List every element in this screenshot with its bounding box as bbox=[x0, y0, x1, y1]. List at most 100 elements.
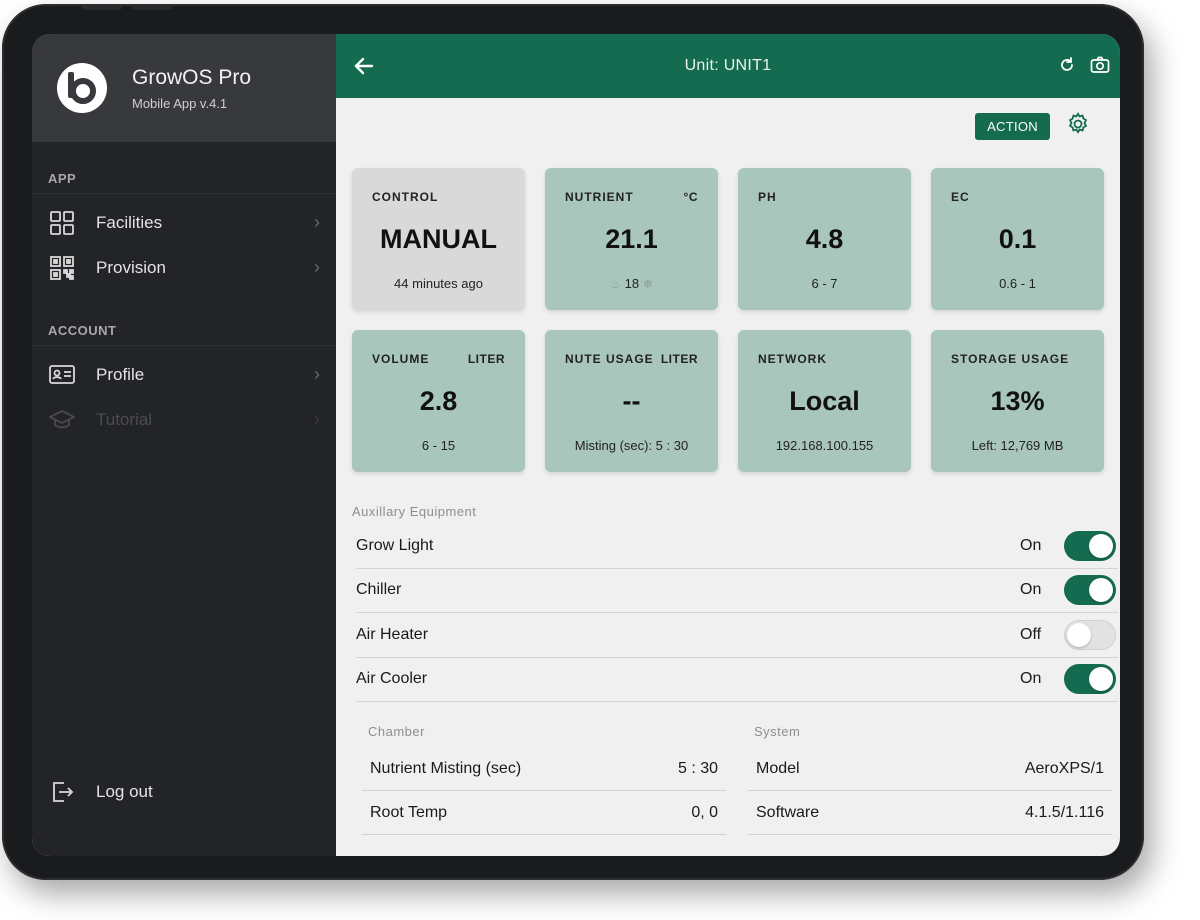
chevron-right-icon: › bbox=[314, 409, 320, 429]
tile-title: PH bbox=[758, 190, 777, 204]
tile-ph[interactable]: PH 4.8 6 - 7 bbox=[738, 168, 911, 310]
section-label-account: ACCOUNT bbox=[32, 316, 336, 346]
chiller-toggle[interactable] bbox=[1064, 575, 1116, 606]
tile-ec[interactable]: EC 0.1 0.6 - 1 bbox=[931, 168, 1104, 310]
page-title: Unit: UNIT1 bbox=[684, 57, 772, 74]
chamber-label: Chamber bbox=[368, 724, 425, 739]
tile-title: NUTRIENT bbox=[565, 190, 634, 204]
chevron-right-icon: › bbox=[314, 364, 320, 384]
back-arrow-icon[interactable] bbox=[348, 50, 380, 82]
tile-unit: °C bbox=[683, 190, 698, 204]
info-row: Nutrient Misting (sec) 5 : 30 bbox=[362, 747, 726, 791]
refresh-icon[interactable] bbox=[1058, 56, 1076, 79]
chamber-panel: Chamber Nutrient Misting (sec) 5 : 30 Ro… bbox=[362, 724, 726, 835]
air-heater-toggle[interactable] bbox=[1064, 619, 1116, 650]
info-value: 4.1.5/1.116 bbox=[1025, 803, 1104, 821]
aux-row-air-heater: Air Heater Off bbox=[356, 613, 1118, 658]
tile-title: CONTROL bbox=[372, 190, 439, 204]
info-row: Software 4.1.5/1.116 bbox=[748, 791, 1112, 835]
sidebar-header: GrowOS Pro Mobile App v.4.1 bbox=[32, 34, 336, 142]
info-row: Model AeroXPS/1 bbox=[748, 747, 1112, 791]
tile-title: EC bbox=[951, 190, 970, 204]
app-version: Mobile App v.4.1 bbox=[132, 95, 228, 111]
chevron-right-icon: › bbox=[314, 257, 320, 277]
tile-network[interactable]: NETWORK Local 192.168.100.155 bbox=[738, 330, 911, 472]
power-button bbox=[132, 4, 172, 10]
sidebar-item-profile[interactable]: Profile › bbox=[32, 352, 336, 397]
tile-unit: LITER bbox=[660, 352, 698, 366]
aux-name: Chiller bbox=[356, 581, 402, 599]
aux-state: Off bbox=[1020, 625, 1042, 643]
chevron-right-icon: › bbox=[314, 212, 320, 232]
tile-storage-usage[interactable]: STORAGE USAGE 13% Left: 12,769 MB bbox=[931, 330, 1104, 472]
snowflake-icon: ❄ bbox=[642, 277, 653, 291]
gear-icon[interactable] bbox=[1066, 112, 1090, 141]
tile-value: MANUAL bbox=[380, 224, 497, 254]
tile-value: 2.8 bbox=[419, 386, 458, 416]
tile-nutrient[interactable]: NUTRIENT °C 21.1 ♨ 18 ❄ bbox=[545, 168, 718, 310]
aux-state: On bbox=[1020, 581, 1042, 599]
logout-label: Log out bbox=[96, 781, 153, 801]
tile-sub: 6 - 7 bbox=[811, 276, 838, 291]
aux-state: On bbox=[1020, 670, 1042, 688]
info-value: 5 : 30 bbox=[677, 759, 718, 777]
system-label: System bbox=[754, 724, 801, 739]
aux-row-air-cooler: Air Cooler On bbox=[356, 658, 1118, 702]
tile-sub: 6 - 15 bbox=[421, 438, 456, 453]
tile-sub: 44 minutes ago bbox=[394, 276, 483, 291]
tile-value: Local bbox=[789, 386, 860, 416]
aux-name: Air Heater bbox=[356, 625, 429, 643]
tile-value: 21.1 bbox=[605, 224, 658, 254]
volume-button bbox=[82, 4, 122, 10]
aux-state: On bbox=[1020, 536, 1042, 554]
metric-tiles: CONTROL MANUAL 44 minutes ago NUTRIENT °… bbox=[352, 168, 1108, 472]
air-cooler-toggle[interactable] bbox=[1064, 664, 1116, 695]
info-key: Nutrient Misting (sec) bbox=[370, 759, 522, 777]
tile-value: 0.1 bbox=[998, 224, 1037, 254]
tile-control[interactable]: CONTROL MANUAL 44 minutes ago bbox=[352, 168, 525, 310]
sidebar-item-label: Tutorial bbox=[96, 409, 153, 429]
logout-button[interactable]: Log out bbox=[32, 769, 336, 814]
tile-sub: Misting (sec): 5 : 30 bbox=[574, 438, 689, 453]
grid-icon bbox=[48, 209, 76, 237]
sidebar-item-label: Facilities bbox=[96, 212, 163, 232]
tile-value: 4.8 bbox=[805, 224, 844, 254]
tile-title: VOLUME bbox=[372, 352, 430, 366]
info-row: Root Temp 0, 0 bbox=[362, 791, 726, 835]
info-value: AeroXPS/1 bbox=[1024, 759, 1104, 777]
logout-icon bbox=[48, 778, 76, 806]
aux-row-chiller: Chiller On bbox=[356, 569, 1118, 613]
tile-value: -- bbox=[622, 386, 641, 416]
graduation-cap-icon bbox=[48, 406, 76, 434]
sidebar-item-tutorial: Tutorial › bbox=[32, 397, 336, 442]
tile-nute-usage[interactable]: NUTE USAGE LITER -- Misting (sec): 5 : 3… bbox=[545, 330, 718, 472]
aux-name: Grow Light bbox=[356, 536, 434, 554]
info-key: Software bbox=[756, 803, 820, 821]
tile-title: NUTE USAGE bbox=[565, 352, 654, 366]
top-bar: Unit: UNIT1 bbox=[336, 34, 1120, 98]
grow-light-toggle[interactable] bbox=[1064, 530, 1116, 561]
tile-volume[interactable]: VOLUME LITER 2.8 6 - 15 bbox=[352, 330, 525, 472]
app-name: GrowOS Pro bbox=[132, 65, 252, 89]
tile-sub: 0.6 - 1 bbox=[999, 276, 1036, 291]
sidebar: GrowOS Pro Mobile App v.4.1 APP Faciliti… bbox=[32, 34, 336, 856]
camera-icon[interactable] bbox=[1090, 56, 1110, 79]
tile-title: STORAGE USAGE bbox=[951, 352, 1070, 366]
tile-sub: 192.168.100.155 bbox=[775, 438, 874, 453]
qr-code-icon bbox=[48, 254, 76, 282]
growos-logo-icon bbox=[56, 62, 108, 114]
info-key: Root Temp bbox=[370, 803, 448, 821]
aux-section-label: Auxillary Equipment bbox=[352, 504, 477, 519]
tablet-frame: GrowOS Pro Mobile App v.4.1 APP Faciliti… bbox=[2, 4, 1144, 880]
tile-unit: LITER bbox=[467, 352, 505, 366]
sidebar-item-facilities[interactable]: Facilities › bbox=[32, 200, 336, 245]
system-panel: System Model AeroXPS/1 Software 4.1.5/1.… bbox=[748, 724, 1112, 835]
tile-value: 13% bbox=[990, 386, 1045, 416]
tile-sub: Left: 12,769 MB bbox=[971, 438, 1064, 453]
tile-sub-row: ♨ 18 ❄ bbox=[545, 276, 718, 291]
sidebar-item-provision[interactable]: Provision › bbox=[32, 245, 336, 290]
action-button[interactable]: ACTION bbox=[975, 113, 1050, 140]
info-key: Model bbox=[756, 759, 800, 777]
screen: GrowOS Pro Mobile App v.4.1 APP Faciliti… bbox=[32, 34, 1120, 856]
aux-equipment-list: Grow Light On Chiller On Air Heater Off … bbox=[356, 524, 1118, 702]
